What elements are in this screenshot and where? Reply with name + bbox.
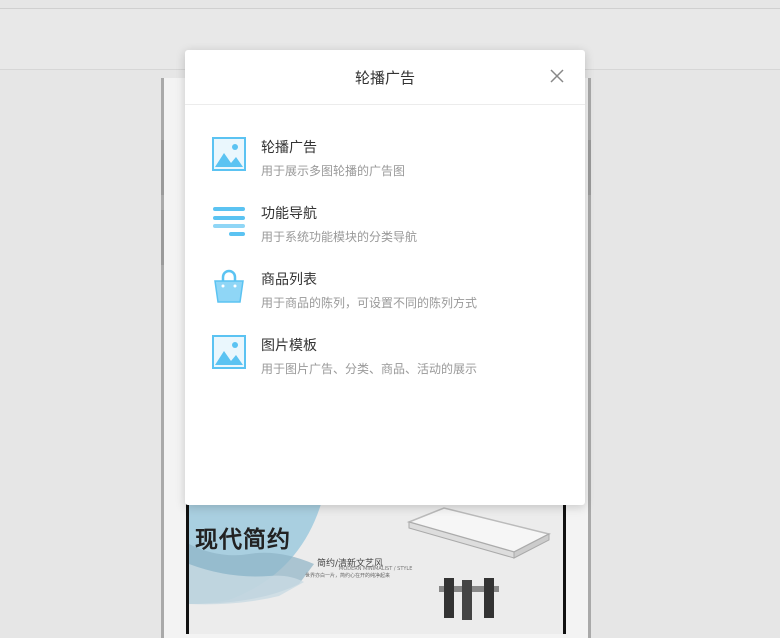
modal-header: 轮播广告 xyxy=(185,50,585,105)
close-icon[interactable] xyxy=(549,68,565,84)
component-list: 轮播广告 用于展示多图轮播的广告图 功能导航 用于系统功能模块的分类导航 商品列… xyxy=(185,105,585,389)
shopping-bag-icon xyxy=(214,269,244,303)
image-icon xyxy=(212,137,246,171)
modal-title: 轮播广告 xyxy=(354,69,415,87)
component-desc: 用于图片广告、分类、商品、活动的展示 xyxy=(261,362,478,376)
component-item-carousel[interactable]: 轮播广告 用于展示多图轮播的广告图 xyxy=(185,125,585,191)
component-item-nav[interactable]: 功能导航 用于系统功能模块的分类导航 xyxy=(185,191,585,257)
phone-side-button xyxy=(161,140,164,195)
phone-side-button xyxy=(588,140,591,195)
component-name: 轮播广告 xyxy=(261,140,317,156)
component-name: 商品列表 xyxy=(261,272,317,288)
phone-side-button xyxy=(161,210,164,265)
menu-lines-icon xyxy=(213,207,245,236)
component-desc: 用于展示多图轮播的广告图 xyxy=(261,164,406,178)
image-icon xyxy=(212,335,246,369)
component-name: 图片模板 xyxy=(261,338,317,354)
component-name: 功能导航 xyxy=(261,206,317,222)
banner-preview[interactable]: 现代简约 简约/清新文艺风 MODERN MINIMALIST / STYLE … xyxy=(186,504,566,634)
ceiling-lamp-image xyxy=(406,507,552,620)
component-item-image-template[interactable]: 图片模板 用于图片广告、分类、商品、活动的展示 xyxy=(185,323,585,389)
component-desc: 用于系统功能模块的分类导航 xyxy=(261,230,418,244)
component-desc: 用于商品的陈列，可设置不同的陈列方式 xyxy=(261,296,478,310)
banner-small-text: 世界亦白一片，简约心在开的纯净起来 xyxy=(305,573,391,579)
component-item-product-list[interactable]: 商品列表 用于商品的陈列，可设置不同的陈列方式 xyxy=(185,257,585,323)
component-picker-modal: 轮播广告 轮播广告 用于展示多图轮播的广告图 功能导航 用于系统功能模块的分类导… xyxy=(185,50,585,505)
banner-title: 现代简约 xyxy=(195,526,291,553)
